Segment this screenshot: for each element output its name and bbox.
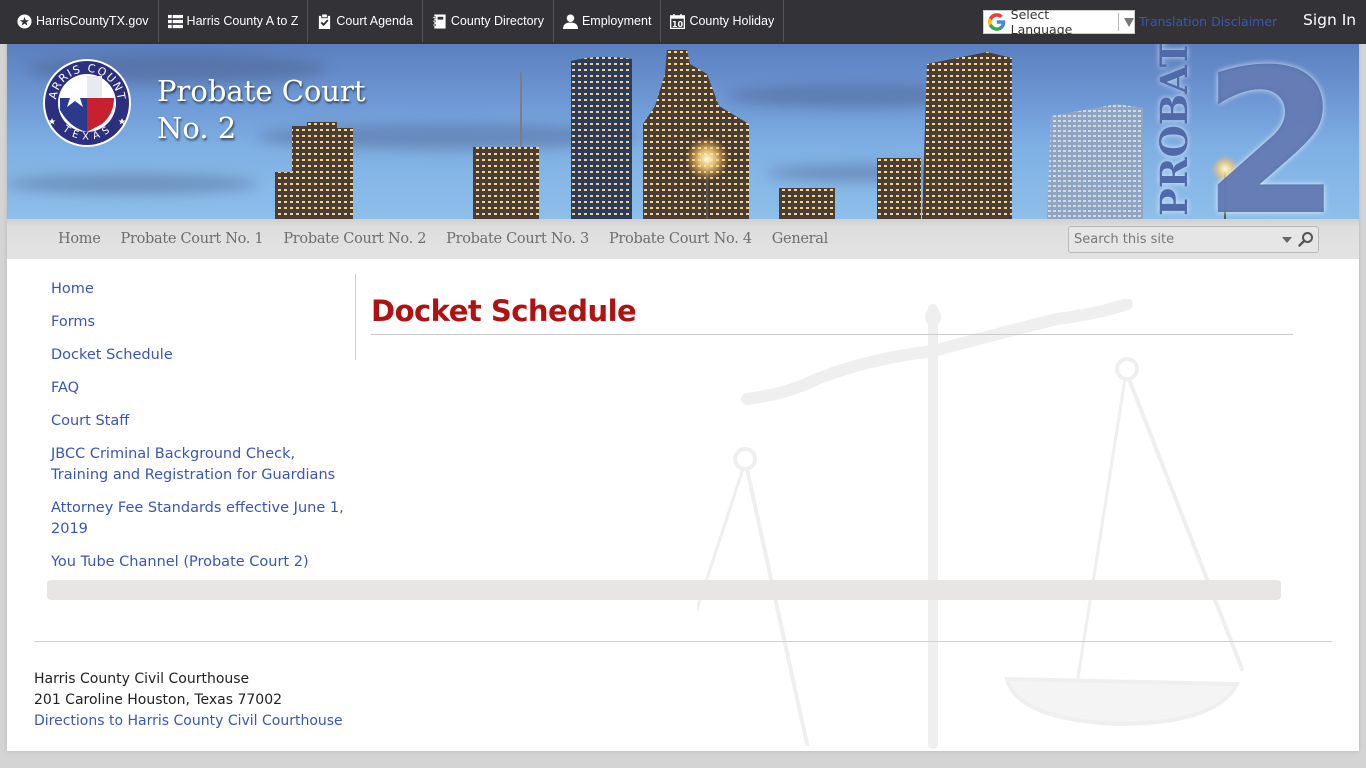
nav-probate-court-3[interactable]: Probate Court No. 3 — [446, 231, 589, 247]
language-select-label: Select Language — [1010, 7, 1073, 37]
county-directory-link[interactable]: County Directory — [423, 0, 554, 42]
title-divider — [371, 334, 1293, 335]
link-label: Harris County A to Z — [186, 14, 299, 28]
leftnav-faq[interactable]: FAQ — [51, 378, 351, 399]
page-title: Docket Schedule — [371, 294, 637, 328]
search-box — [1068, 226, 1319, 253]
link-label: County Holiday — [689, 14, 775, 28]
link-label: Employment — [581, 14, 652, 28]
page: HARRIS COUNTY TEXAS Probate Court No. 2 … — [7, 44, 1359, 751]
list-icon — [167, 14, 183, 28]
nav-probate-court-4[interactable]: Probate Court No. 4 — [609, 231, 752, 247]
header-banner: HARRIS COUNTY TEXAS Probate Court No. 2 … — [7, 44, 1359, 219]
site-title[interactable]: Probate Court No. 2 — [157, 73, 366, 147]
harris-county-seal-logo: HARRIS COUNTY TEXAS — [42, 58, 131, 147]
nav-probate-court-1[interactable]: Probate Court No. 1 — [121, 231, 264, 247]
nav-general[interactable]: General — [772, 231, 829, 247]
star-circle-icon — [17, 13, 32, 29]
calendar-icon: 10 — [670, 13, 686, 29]
footer-address: 201 Caroline Houston, Texas 77002 — [34, 692, 283, 708]
translation-disclaimer-link[interactable]: Translation Disclaimer — [1139, 14, 1277, 29]
footer: Harris County Civil Courthouse 201 Carol… — [34, 669, 343, 732]
google-icon — [987, 13, 1006, 31]
nav-home[interactable]: Home — [58, 231, 101, 247]
leftnav-jbcc-background-check[interactable]: JBCC Criminal Background Check, Training… — [51, 444, 351, 486]
leftnav-home[interactable]: Home — [51, 279, 351, 300]
dropdown-arrow-icon — [1124, 17, 1134, 27]
scales-of-justice-watermark — [697, 299, 1244, 749]
probate-vertical-text: PROBATE — [1152, 44, 1196, 216]
leftnav-youtube-channel[interactable]: You Tube Channel (Probate Court 2) — [51, 552, 351, 573]
search-scope-dropdown-icon[interactable] — [1282, 237, 1292, 243]
harriscountytx-link[interactable]: HarrisCountyTX.gov — [8, 0, 159, 42]
sidebar-divider — [355, 274, 356, 360]
address-book-icon — [432, 13, 446, 29]
sign-in-link[interactable]: Sign In — [1303, 11, 1356, 29]
search-input[interactable] — [1069, 227, 1274, 252]
site-title-line1: Probate Court — [157, 74, 366, 108]
leftnav-forms[interactable]: Forms — [51, 312, 351, 333]
global-nav: Home Probate Court No. 1 Probate Court N… — [58, 219, 848, 259]
leftnav-attorney-fee-standards[interactable]: Attorney Fee Standards effective June 1,… — [51, 498, 351, 540]
content-bar — [47, 580, 1281, 600]
link-label: County Directory — [450, 14, 544, 28]
site-title-line2: No. 2 — [157, 111, 237, 145]
divider — [1118, 13, 1119, 31]
quick-launch-nav: Home Forms Docket Schedule FAQ Court Sta… — [51, 279, 351, 585]
language-select[interactable]: Select Language — [983, 7, 1135, 37]
leftnav-court-staff[interactable]: Court Staff — [51, 411, 351, 432]
utility-bar: HarrisCountyTX.gov Harris County A to Z … — [0, 0, 1366, 44]
a-to-z-link[interactable]: Harris County A to Z — [159, 0, 309, 42]
footer-divider — [34, 641, 1332, 642]
employment-link[interactable]: Employment — [554, 0, 662, 42]
link-label: Court Agenda — [336, 14, 413, 28]
utility-links: HarrisCountyTX.gov Harris County A to Z … — [8, 0, 785, 44]
person-icon — [562, 13, 578, 29]
clipboard-check-icon — [319, 13, 331, 29]
calendar-day: 10 — [672, 20, 684, 29]
number-2-text: 2 — [1202, 44, 1341, 219]
probate-2-emblem: PROBATE PROBATE 2 2 — [1152, 44, 1341, 219]
county-holiday-link[interactable]: 10 County Holiday — [661, 0, 785, 42]
search-icon[interactable] — [1298, 231, 1314, 247]
top-navigation: Home Probate Court No. 1 Probate Court N… — [7, 219, 1359, 259]
court-agenda-link[interactable]: Court Agenda — [308, 0, 423, 42]
link-label: HarrisCountyTX.gov — [36, 14, 149, 28]
footer-building-name: Harris County Civil Courthouse — [34, 671, 250, 687]
leftnav-docket-schedule[interactable]: Docket Schedule — [51, 345, 351, 366]
directions-link[interactable]: Directions to Harris County Civil Courth… — [34, 713, 343, 729]
nav-probate-court-2[interactable]: Probate Court No. 2 — [283, 231, 426, 247]
